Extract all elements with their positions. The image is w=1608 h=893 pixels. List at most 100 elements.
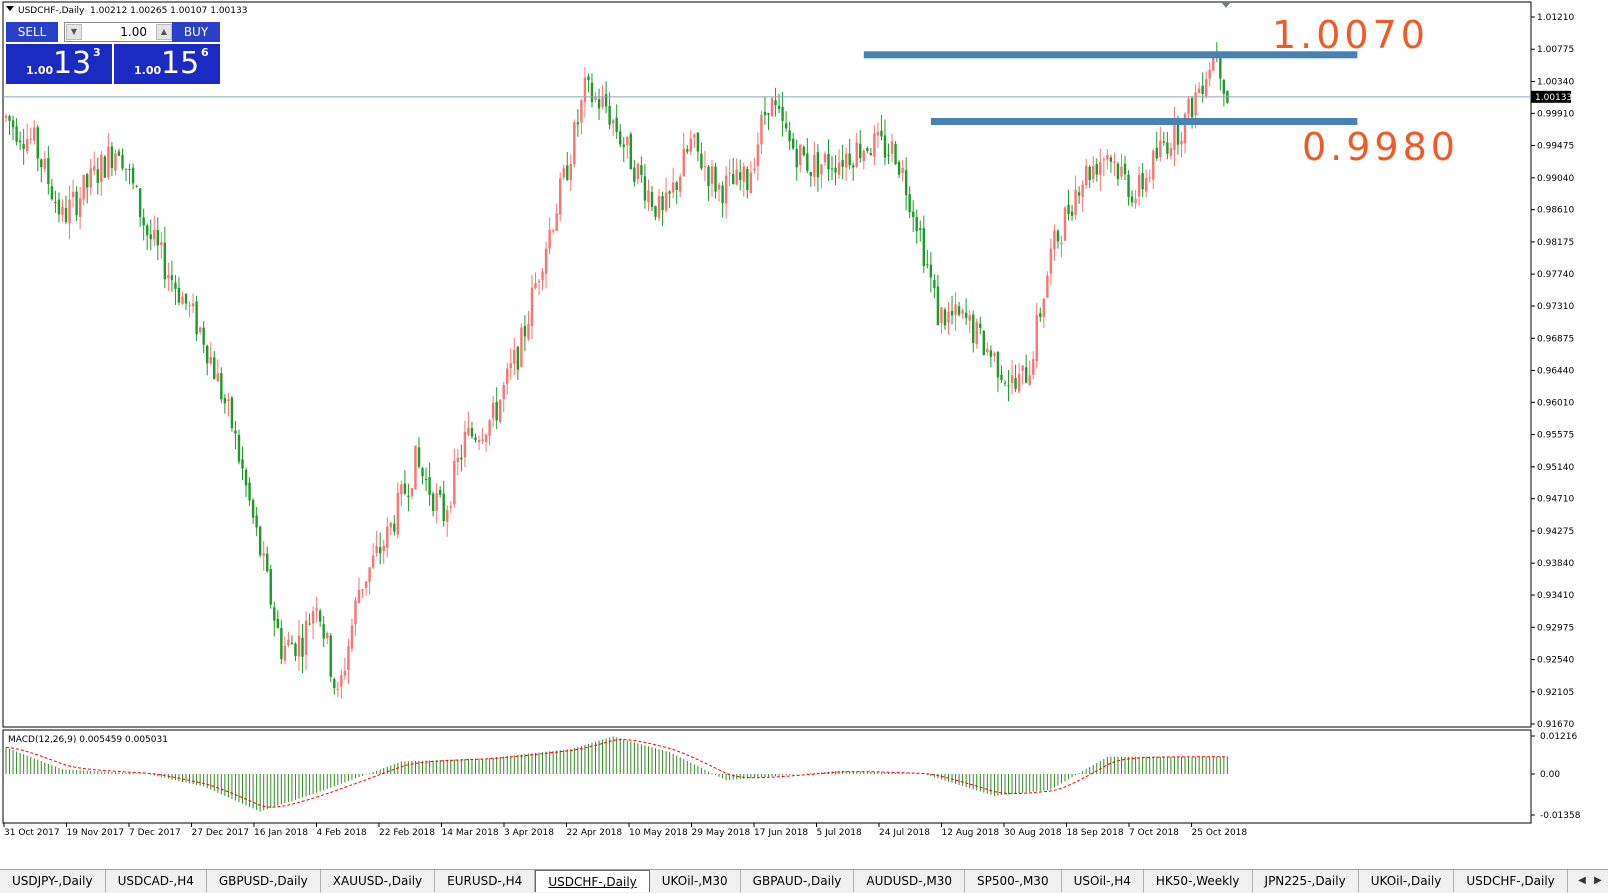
candle-body <box>1169 147 1173 156</box>
candle-body <box>735 169 738 185</box>
candle-body <box>573 122 576 165</box>
candle-body <box>746 168 749 191</box>
candle-body <box>820 164 823 175</box>
candle-body <box>1222 79 1226 94</box>
chart-tab-2[interactable]: GBPUSD-,Daily <box>207 870 321 892</box>
time-axis-label: 3 Apr 2018 <box>504 828 554 838</box>
tabs-scroll-right-icon[interactable]: ▶ <box>1590 873 1606 889</box>
chart-tab-5[interactable]: USDCHF-,Daily <box>535 870 650 892</box>
candle-body <box>1024 367 1028 383</box>
candle-body <box>1109 157 1113 162</box>
candle-body <box>234 430 237 434</box>
candle-body <box>163 242 167 280</box>
candle-body <box>562 168 565 178</box>
candle-body <box>968 315 971 321</box>
candle-body <box>629 133 633 170</box>
chart-tab-7[interactable]: GBPAUD-,Daily <box>741 870 855 892</box>
candle-body <box>8 116 11 121</box>
candle-body <box>594 96 597 100</box>
tabs-scroll-left-icon[interactable]: ◀ <box>1574 873 1590 889</box>
candle-body <box>1000 374 1003 380</box>
chart-tab-1[interactable]: USDCAD-,H4 <box>106 870 207 892</box>
sell-button[interactable]: SELL <box>6 22 58 42</box>
candle-body <box>583 77 587 102</box>
candle-body <box>559 178 562 215</box>
price-axis-label: 0.98175 <box>1537 238 1574 248</box>
candle-body <box>103 156 107 178</box>
candle-body <box>357 589 361 603</box>
candle-body <box>520 327 523 367</box>
candle-body <box>206 345 209 364</box>
candle-body <box>50 186 54 200</box>
candle-body <box>276 618 280 628</box>
candle-body <box>1159 140 1162 158</box>
candle-body <box>174 282 177 289</box>
chart-tab-4[interactable]: EURUSD-,H4 <box>435 870 536 892</box>
chart-tab-9[interactable]: SP500-,M30 <box>965 870 1062 892</box>
candle-body <box>986 348 989 353</box>
candle-body <box>431 493 435 512</box>
level-line[interactable] <box>930 117 1358 125</box>
candle-body <box>848 153 851 166</box>
time-axis-label: 12 Aug 2018 <box>942 828 1000 838</box>
chart-tab-13[interactable]: UKOil-,Daily <box>1359 870 1455 892</box>
lot-size-input[interactable]: ▼ 1.00 ▲ <box>64 22 174 42</box>
candle-body <box>177 287 181 303</box>
price-axis-label: 0.99910 <box>1537 109 1574 119</box>
candle-body <box>724 175 728 204</box>
chart-tab-15[interactable]: DJ30-,Daily <box>1568 870 1570 892</box>
candle-body <box>777 105 781 109</box>
chart-tab-8[interactable]: AUDUSD-,M30 <box>854 870 966 892</box>
sell-price[interactable]: 1.00 13 3 <box>6 44 112 84</box>
candle-body <box>717 184 721 190</box>
candle-body <box>407 495 410 498</box>
candle-body <box>290 642 294 645</box>
candle-body <box>114 153 117 171</box>
candle-body <box>506 368 509 384</box>
candle-body <box>1070 211 1074 216</box>
chart-tab-10[interactable]: USOil-,H4 <box>1062 870 1144 892</box>
candle-body <box>481 439 484 442</box>
chart-area[interactable]: 1.01210 1.00775 1.00340 0.99910 0.99475 0.990… <box>0 0 1608 893</box>
candle-body <box>1017 373 1021 392</box>
candle-body <box>382 545 385 552</box>
price-axis-label: 0.98610 <box>1537 206 1574 216</box>
candle-body <box>1084 165 1088 186</box>
candle-body <box>1148 177 1151 179</box>
lot-increase-icon[interactable]: ▲ <box>156 24 172 40</box>
candle-body <box>1205 79 1208 97</box>
candle-body <box>160 242 163 246</box>
chart-tab-6[interactable]: UKOil-,M30 <box>650 870 741 892</box>
buy-price[interactable]: 1.00 15 6 <box>114 44 220 84</box>
window-title: USDCHF-,Daily <box>18 6 85 16</box>
candle-body <box>781 106 784 121</box>
candle-body <box>11 120 15 128</box>
candle-body <box>146 225 149 236</box>
candle-body <box>287 639 290 646</box>
candle-body <box>1190 97 1194 118</box>
buy-button[interactable]: BUY <box>172 22 220 42</box>
candle-body <box>502 384 505 400</box>
chart-tab-12[interactable]: JPN225-,Daily <box>1253 870 1359 892</box>
candle-body <box>117 151 121 156</box>
candle-body <box>830 168 834 170</box>
time-axis-label: 7 Oct 2018 <box>1129 828 1179 838</box>
chart-tab-11[interactable]: HK50-,Weekly <box>1144 870 1253 892</box>
candle-body <box>403 483 407 494</box>
candle-body <box>4 115 8 118</box>
candle-body <box>696 132 700 152</box>
candle-body <box>354 600 357 624</box>
chart-tab-14[interactable]: USDCHF-,Daily <box>1454 870 1568 892</box>
candle-body <box>929 264 933 278</box>
price-axis-label: 0.99040 <box>1537 174 1574 184</box>
candle-body <box>626 136 629 146</box>
chart-tab-3[interactable]: XAUUSD-,Daily <box>321 870 436 892</box>
candle-body <box>258 526 262 556</box>
candle-body <box>1021 365 1024 371</box>
candle-body <box>396 492 400 535</box>
candle-body <box>915 217 918 232</box>
lot-decrease-icon[interactable]: ▼ <box>66 24 82 40</box>
chart-tab-0[interactable]: USDJPY-,Daily <box>0 870 106 892</box>
candle-body <box>227 399 230 402</box>
candle-body <box>919 228 922 230</box>
